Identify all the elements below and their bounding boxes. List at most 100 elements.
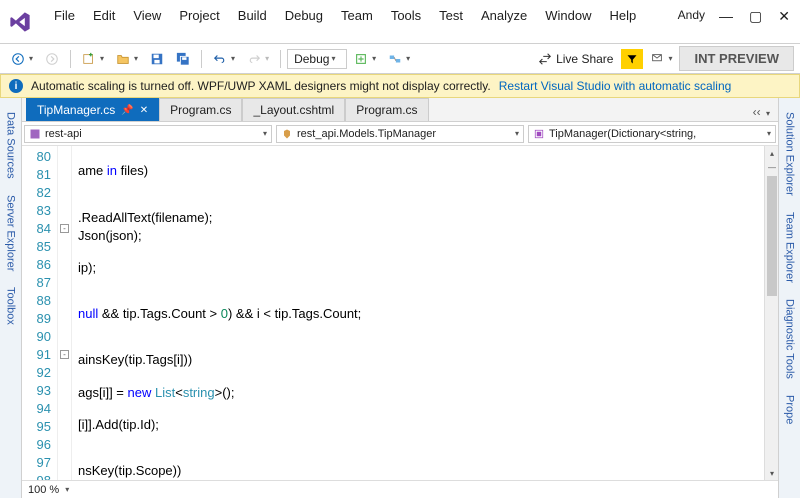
code-line[interactable]: Json(json);	[78, 227, 764, 245]
process-button[interactable]: ▾	[383, 48, 415, 70]
panel-tab-team-explorer[interactable]: Team Explorer	[782, 204, 798, 291]
menu-project[interactable]: Project	[171, 4, 227, 27]
line-number: 86	[22, 256, 51, 274]
code-editor[interactable]: 8081828384858687888990919293949596979899…	[22, 146, 778, 480]
right-tool-rail: Solution ExplorerTeam ExplorerDiagnostic…	[778, 98, 800, 498]
panel-tab-data-sources[interactable]: Data Sources	[3, 104, 19, 187]
minimize-button[interactable]: —	[715, 8, 737, 25]
vs-logo	[6, 8, 34, 36]
close-tab-icon[interactable]: ✕	[140, 105, 148, 116]
panel-tab-diagnostic-tools[interactable]: Diagnostic Tools	[782, 291, 798, 387]
code-line[interactable]	[78, 448, 764, 462]
notifications-button[interactable]: ▾	[645, 48, 677, 70]
class-label: rest_api.Models.TipManager	[297, 128, 436, 140]
code-line[interactable]	[78, 337, 764, 351]
line-number-gutter: 8081828384858687888990919293949596979899…	[22, 146, 58, 480]
code-line[interactable]: ip);	[78, 259, 764, 277]
scroll-down-button[interactable]: ▾	[765, 466, 778, 480]
maximize-button[interactable]: ▢	[745, 8, 766, 25]
left-tool-rail: Data SourcesServer ExplorerToolbox	[0, 98, 22, 498]
pin-icon[interactable]: 📌	[121, 105, 133, 116]
menu-view[interactable]: View	[125, 4, 169, 27]
save-all-button[interactable]	[171, 48, 195, 70]
code-line[interactable]: ainsKey(tip.Tags[i]))	[78, 351, 764, 369]
chevron-down-icon: ▾	[666, 54, 672, 63]
new-project-button[interactable]: ▾	[77, 48, 109, 70]
info-icon: i	[9, 79, 23, 93]
menu-file[interactable]: File	[46, 4, 83, 27]
code-line[interactable]	[78, 180, 764, 194]
menu-build[interactable]: Build	[230, 4, 275, 27]
user-name[interactable]: Andy	[672, 4, 715, 22]
menu-help[interactable]: Help	[602, 4, 645, 27]
panel-tab-prope[interactable]: Prope	[782, 387, 798, 432]
code-line[interactable]: nsKey(tip.Scope))	[78, 462, 764, 480]
redo-button[interactable]: ▾	[242, 48, 274, 70]
menu-test[interactable]: Test	[431, 4, 471, 27]
code-line[interactable]: null && tip.Tags.Count > 0) && i < tip.T…	[78, 305, 764, 323]
scroll-up-button[interactable]: ▴	[765, 146, 778, 160]
split-button[interactable]: —	[765, 160, 778, 174]
menu-analyze[interactable]: Analyze	[473, 4, 535, 27]
config-combo[interactable]: Debug ▾	[287, 49, 347, 69]
code-line[interactable]	[78, 434, 764, 448]
document-tab[interactable]: Program.cs	[345, 98, 428, 121]
line-number: 89	[22, 310, 51, 328]
code-line[interactable]: ags[i]] = new List<string>();	[78, 384, 764, 402]
menu-debug[interactable]: Debug	[277, 4, 331, 27]
nav-back-button[interactable]: ▾	[6, 48, 38, 70]
code-line[interactable]	[78, 323, 764, 337]
preview-badge[interactable]: INT PREVIEW	[679, 46, 794, 71]
document-tab[interactable]: TipManager.cs📌✕	[26, 98, 159, 121]
menu-window[interactable]: Window	[537, 4, 599, 27]
line-number: 92	[22, 364, 51, 382]
document-tab[interactable]: Program.cs	[159, 98, 242, 121]
panel-tab-solution-explorer[interactable]: Solution Explorer	[782, 104, 798, 204]
code-line[interactable]	[78, 148, 764, 162]
undo-button[interactable]: ▾	[208, 48, 240, 70]
chevron-down-icon: ▾	[404, 54, 410, 63]
code-line[interactable]	[78, 402, 764, 416]
line-number: 90	[22, 328, 51, 346]
code-line[interactable]	[78, 245, 764, 259]
code-line[interactable]: .ReadAllText(filename);	[78, 209, 764, 227]
line-number: 84	[22, 220, 51, 238]
menu-edit[interactable]: Edit	[85, 4, 123, 27]
code-content[interactable]: ame in files) .ReadAllText(filename);Json…	[72, 146, 764, 480]
code-line[interactable]: [i]].Add(tip.Id);	[78, 416, 764, 434]
project-combo[interactable]: rest-api ▾	[24, 125, 272, 143]
member-combo[interactable]: TipManager(Dictionary<string, ▾	[528, 125, 776, 143]
open-file-button[interactable]: ▾	[111, 48, 143, 70]
info-link[interactable]: Restart Visual Studio with automatic sca…	[499, 79, 732, 93]
code-line[interactable]	[78, 291, 764, 305]
code-line[interactable]	[78, 277, 764, 291]
panel-tab-toolbox[interactable]: Toolbox	[3, 279, 19, 333]
save-button[interactable]	[145, 48, 169, 70]
close-button[interactable]: ✕	[774, 8, 794, 25]
document-tab[interactable]: _Layout.cshtml	[242, 98, 345, 121]
fold-toggle[interactable]: -	[60, 350, 69, 359]
panel-tab-server-explorer[interactable]: Server Explorer	[3, 187, 19, 279]
fold-gutter[interactable]: --	[58, 146, 72, 480]
scroll-thumb[interactable]	[767, 176, 777, 296]
code-line[interactable]	[78, 369, 764, 383]
vertical-scrollbar[interactable]: ▴ — ▾	[764, 146, 778, 480]
tab-label: Program.cs	[170, 103, 231, 117]
nav-forward-button[interactable]	[40, 48, 64, 70]
line-number: 87	[22, 274, 51, 292]
filter-button[interactable]	[621, 49, 643, 69]
code-line[interactable]: ame in files)	[78, 162, 764, 180]
zoom-combo[interactable]: 100 % ▾	[22, 480, 778, 498]
liveshare-button[interactable]: Live Share	[532, 50, 619, 68]
chevron-down-icon: ▾	[513, 129, 519, 138]
code-line[interactable]	[78, 194, 764, 208]
line-number: 94	[22, 400, 51, 418]
chevron-down-icon: ▾	[27, 54, 33, 63]
line-number: 97	[22, 454, 51, 472]
fold-toggle[interactable]: -	[60, 224, 69, 233]
menu-tools[interactable]: Tools	[383, 4, 429, 27]
tab-overflow-button[interactable]: ‹‹ ▾	[749, 103, 774, 121]
menu-team[interactable]: Team	[333, 4, 381, 27]
class-combo[interactable]: rest_api.Models.TipManager ▾	[276, 125, 524, 143]
extension-button[interactable]: ▾	[349, 48, 381, 70]
